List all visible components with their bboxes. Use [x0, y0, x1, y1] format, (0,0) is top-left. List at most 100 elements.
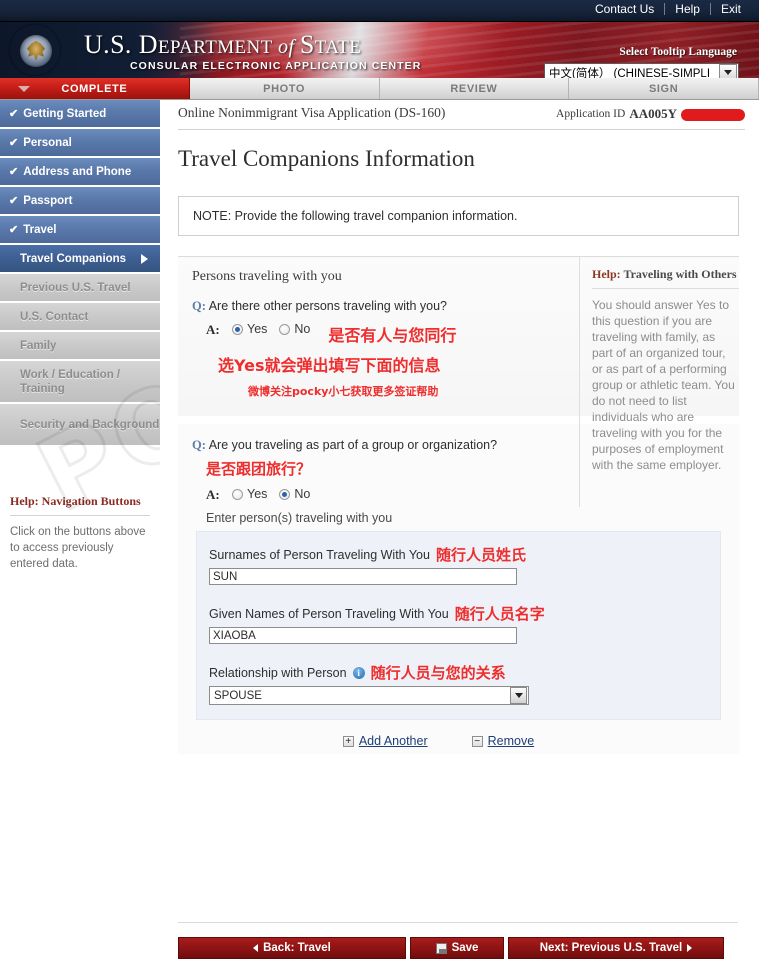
remove-link[interactable]: − Remove	[471, 734, 535, 748]
surnames-field[interactable]: SUN	[209, 568, 517, 585]
sidebar-item-label: Security and Background	[20, 418, 160, 431]
sidebar-item-previous-us-travel[interactable]: Previous U.S. Travel	[0, 274, 160, 302]
q1-radio-yes-label: Yes	[247, 322, 268, 336]
save-button-label: Save	[451, 942, 479, 954]
back-button[interactable]: Back: Travel	[178, 937, 406, 959]
form-name: Online Nonimmigrant Visa Application (DS…	[178, 105, 446, 120]
add-another-link[interactable]: + Add Another	[342, 734, 428, 748]
sidebar-item-label: Travel	[23, 223, 57, 236]
question-1-text: Are there other persons traveling with y…	[208, 299, 448, 313]
minus-icon: −	[471, 735, 483, 747]
surnames-label: Surnames of Person Traveling With You	[209, 547, 430, 562]
sidebar-nav: ✔ Getting Started ✔ Personal ✔ Address a…	[0, 100, 160, 976]
sidebar-item-label: Personal	[23, 136, 72, 149]
note-box: NOTE: Provide the following travel compa…	[178, 196, 739, 236]
tab-sign[interactable]: SIGN	[569, 78, 759, 99]
q2-radio-no[interactable]: No	[279, 487, 310, 501]
annotation-relationship: 随行人员与您的关系	[370, 664, 506, 682]
q1-radio-no[interactable]: No	[279, 322, 310, 336]
help-link[interactable]: Help	[665, 2, 710, 16]
relationship-select[interactable]: SPOUSE	[209, 686, 529, 705]
sidebar-item-passport[interactable]: ✔ Passport	[0, 187, 160, 215]
help-traveling-with-others: Help: Traveling with Others You should a…	[579, 257, 739, 507]
chevron-down-icon[interactable]	[719, 64, 737, 78]
remove-label[interactable]: Remove	[488, 734, 535, 748]
tab-review[interactable]: REVIEW	[379, 78, 570, 99]
check-icon: ✔	[9, 137, 19, 149]
q1-radio-yes[interactable]: Yes	[232, 322, 267, 336]
info-icon[interactable]: i	[352, 666, 365, 679]
exit-link[interactable]: Exit	[711, 2, 751, 16]
sidebar-item-label: Work / Education / Training	[20, 368, 121, 395]
surnames-label-row: Surnames of Person Traveling With You 随行…	[209, 544, 706, 565]
question-marker: Q:	[192, 438, 206, 452]
sidebar-item-personal[interactable]: ✔ Personal	[0, 129, 160, 157]
site-title: U.S. DEPARTMENT of STATE	[84, 30, 362, 59]
next-button[interactable]: Next: Previous U.S. Travel	[508, 937, 724, 959]
answer-marker: A:	[206, 487, 220, 502]
chevron-down-icon[interactable]	[510, 687, 527, 704]
tab-photo-label: PHOTO	[263, 82, 306, 95]
caret-down-icon	[18, 85, 30, 92]
site-subtitle: CONSULAR ELECTRONIC APPLICATION CENTER	[130, 60, 422, 72]
annotation-given-names: 随行人员名字	[454, 605, 545, 623]
travel-companions-panel: Persons traveling with you Q: Are there …	[178, 256, 739, 507]
chevron-right-icon	[141, 253, 148, 264]
sidebar-item-address-and-phone[interactable]: ✔ Address and Phone	[0, 158, 160, 186]
annotation-q2: 是否跟团旅行？	[206, 460, 312, 478]
sidebar-item-getting-started[interactable]: ✔ Getting Started	[0, 100, 160, 128]
q2-radio-yes[interactable]: Yes	[232, 487, 267, 501]
caret-right-icon	[687, 944, 693, 952]
save-button[interactable]: Save	[410, 937, 504, 959]
eagle-icon	[27, 41, 45, 61]
radio-dot-selected-icon[interactable]	[279, 488, 291, 500]
top-utility-bar: Contact Us Help Exit	[0, 0, 759, 22]
given-names-label: Given Names of Person Traveling With You	[209, 606, 449, 621]
sidebar-item-travel[interactable]: ✔ Travel	[0, 216, 160, 244]
sidebar-item-label: Getting Started	[23, 107, 107, 120]
relationship-label-row: Relationship with Person i 随行人员与您的关系	[209, 662, 706, 683]
tab-sign-label: SIGN	[648, 82, 679, 95]
sidebar-item-work-education-training[interactable]: Work / Education / Training	[0, 361, 160, 403]
sidebar-item-label: U.S. Contact	[20, 310, 89, 323]
sidebar-item-family[interactable]: Family	[0, 332, 160, 360]
tab-photo[interactable]: PHOTO	[189, 78, 380, 99]
redaction-bar	[681, 109, 745, 121]
radio-dot-selected-icon[interactable]	[232, 323, 243, 335]
tab-complete[interactable]: COMPLETE	[0, 78, 190, 99]
sidebar-item-travel-companions[interactable]: Travel Companions	[0, 245, 160, 273]
companion-fields-group: Surnames of Person Traveling With You 随行…	[196, 531, 721, 720]
department-of-state-seal-icon	[10, 25, 60, 75]
answer-marker: A:	[206, 322, 220, 337]
enter-persons-label: Enter person(s) traveling with you	[206, 511, 393, 525]
sidebar-item-label: Address and Phone	[23, 165, 132, 178]
check-icon: ✔	[9, 108, 19, 120]
question-2-text: Are you traveling as part of a group or …	[208, 438, 498, 452]
given-names-label-row: Given Names of Person Traveling With You…	[209, 603, 706, 624]
footer-button-bar: Back: Travel Save Next: Previous U.S. Tr…	[178, 922, 738, 974]
site-banner: U.S. DEPARTMENT of STATE CONSULAR ELECTR…	[0, 22, 759, 78]
add-another-label[interactable]: Add Another	[359, 734, 428, 748]
footer-buttons: Back: Travel Save Next: Previous U.S. Tr…	[178, 937, 738, 959]
sidebar-help-title: Help: Navigation Buttons	[10, 494, 141, 508]
tooltip-language-select[interactable]: 中文(简体） (CHINESE-SIMPLI	[544, 63, 739, 78]
sidebar-item-security-and-background[interactable]: Security and Background	[0, 404, 160, 446]
radio-dot-icon[interactable]	[232, 488, 243, 500]
annotation-q1-b: 选Yes就会弹出填写下面的信息	[218, 356, 441, 375]
annotation-q1-c: 微博关注pocky小七获取更多签证帮助	[248, 385, 439, 398]
given-names-field[interactable]: XIAOBA	[209, 627, 517, 644]
application-bar: Online Nonimmigrant Visa Application (DS…	[178, 104, 745, 130]
q1-radio-no-label: No	[294, 322, 311, 336]
sidebar-item-us-contact[interactable]: U.S. Contact	[0, 303, 160, 331]
save-disk-icon	[435, 942, 447, 954]
contact-us-link[interactable]: Contact Us	[585, 2, 664, 16]
help-body: You should answer Yes to this question i…	[592, 298, 735, 472]
annotation-surnames: 随行人员姓氏	[435, 546, 526, 564]
divider	[10, 515, 150, 516]
tab-review-label: REVIEW	[450, 82, 498, 95]
divider	[592, 288, 739, 289]
annotation-q1-a: 是否有人与您同行	[328, 326, 457, 345]
radio-dot-icon[interactable]	[279, 323, 291, 335]
relationship-value: SPOUSE	[214, 689, 262, 702]
caret-left-icon	[253, 944, 259, 952]
